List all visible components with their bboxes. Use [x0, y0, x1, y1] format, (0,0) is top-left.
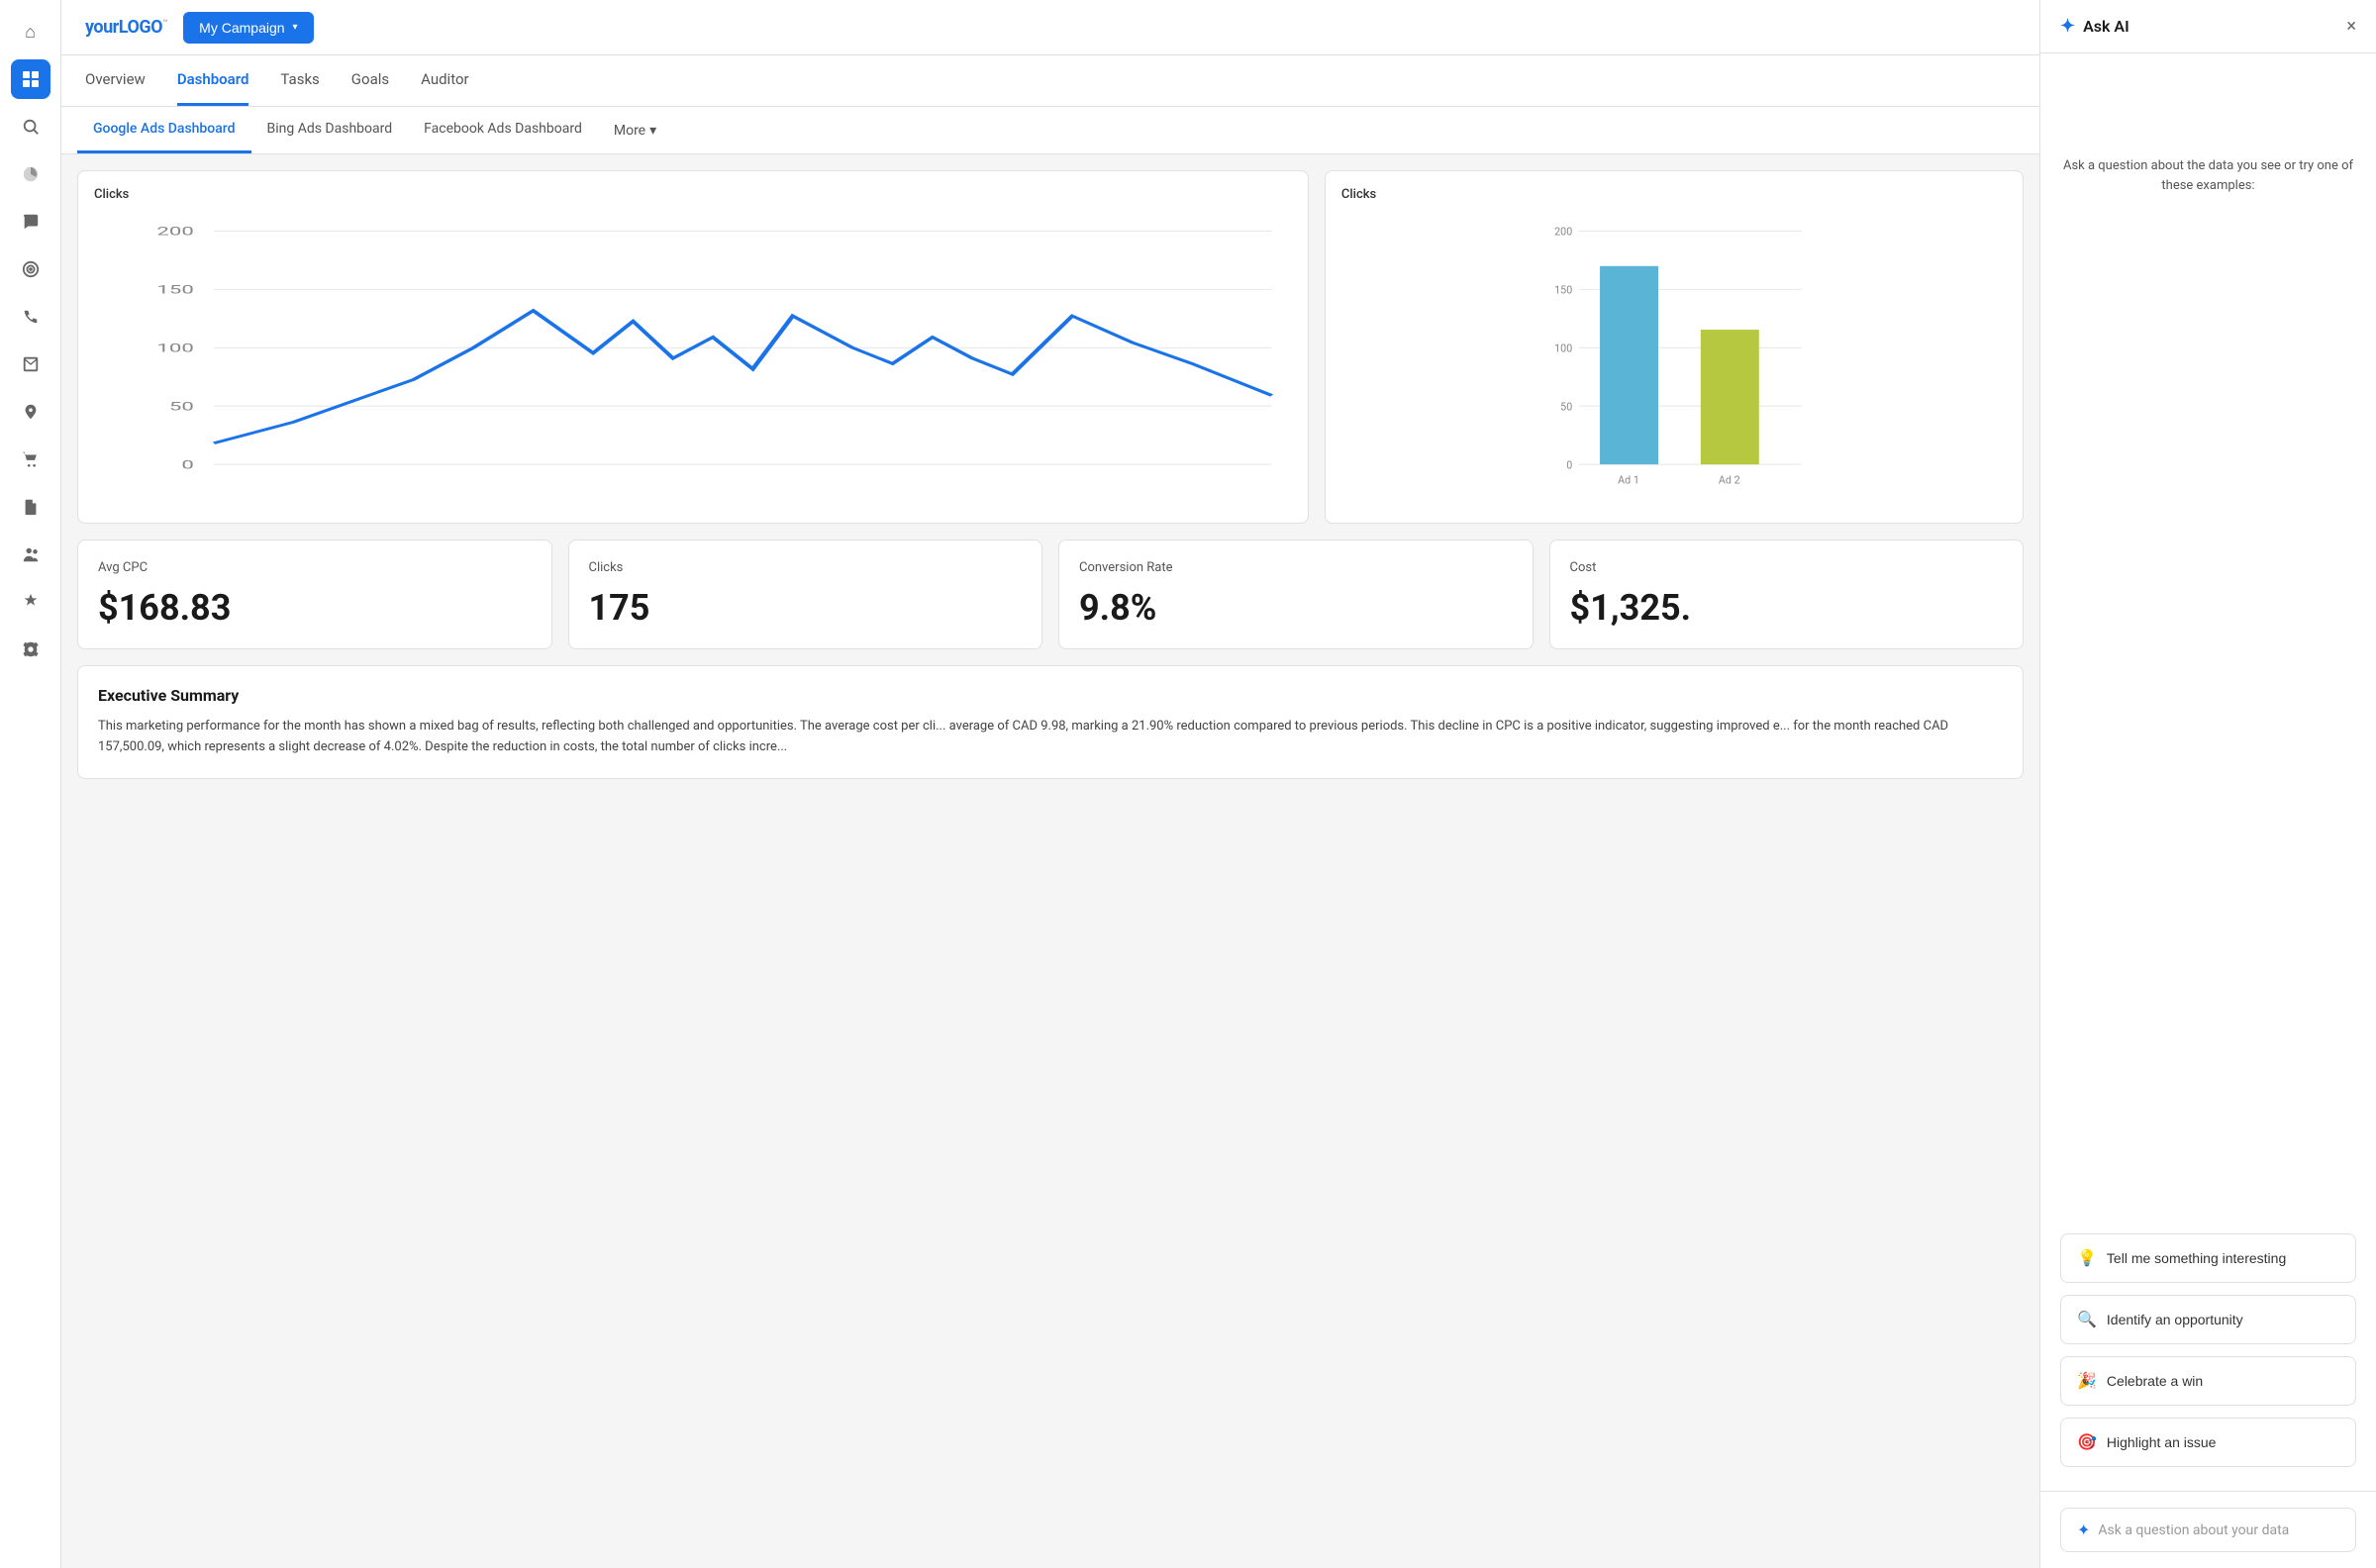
ai-description: Ask a question about the data you see or… [2060, 156, 2356, 195]
sub-tab-facebook[interactable]: Facebook Ads Dashboard [408, 107, 598, 153]
sidebar-icon-doc[interactable] [11, 487, 50, 527]
sub-tab-google[interactable]: Google Ads Dashboard [77, 107, 251, 153]
metric-value-cost: $1,325. [1570, 587, 2004, 629]
ai-button-highlight[interactable]: 🎯 Highlight an issue [2060, 1418, 2356, 1467]
sidebar-icon-mail[interactable] [11, 344, 50, 384]
bar-ad1 [1600, 266, 1658, 464]
ai-input-field[interactable]: ✦ Ask a question about your data [2060, 1508, 2356, 1552]
bar-chart-card: Clicks 200 150 100 50 0 [1325, 170, 2024, 524]
sidebar-icon-location[interactable] [11, 392, 50, 432]
metric-value-avg-cpc: $168.83 [98, 587, 532, 629]
svg-text:200: 200 [1554, 226, 1572, 239]
svg-text:100: 100 [1554, 343, 1572, 355]
tab-overview[interactable]: Overview [85, 55, 146, 106]
ai-panel-title: ✦ Ask AI [2060, 16, 2129, 37]
svg-text:50: 50 [169, 401, 194, 414]
svg-text:Ad 1: Ad 1 [1618, 473, 1639, 486]
metrics-row: Avg CPC $168.83 Clicks 175 Conversion Ra… [77, 539, 2024, 649]
line-chart-container: 200 150 100 50 0 [94, 210, 1292, 507]
metric-value-conversion: 9.8% [1079, 587, 1513, 629]
line-chart-card: Clicks 200 150 100 50 0 [77, 170, 1309, 524]
svg-text:200: 200 [156, 226, 193, 239]
metric-label-avg-cpc: Avg CPC [98, 560, 532, 575]
logo-logo: LOGO [119, 17, 162, 38]
sidebar-icon-grid[interactable] [11, 59, 50, 99]
sidebar-icon-cart[interactable] [11, 440, 50, 479]
line-chart-title: Clicks [94, 187, 1292, 202]
bar-chart-svg: 200 150 100 50 0 Ad 1 Ad 2 [1341, 210, 2007, 507]
ai-panel-header: ✦ Ask AI × [2040, 0, 2376, 53]
more-chevron-icon: ▾ [649, 123, 656, 139]
ai-example-buttons: 💡 Tell me something interesting 🔍 Identi… [2060, 1233, 2356, 1467]
ai-panel-body: Ask a question about the data you see or… [2040, 53, 2376, 1491]
topbar: yourLOGO™ My Campaign ▾ [61, 0, 2039, 55]
tab-auditor[interactable]: Auditor [421, 55, 468, 106]
sidebar-icon-chart[interactable] [11, 154, 50, 194]
bar-chart-container: 200 150 100 50 0 Ad 1 Ad 2 [1341, 210, 2007, 507]
sidebar-icon-people[interactable] [11, 535, 50, 574]
ai-close-button[interactable]: × [2346, 18, 2356, 36]
sidebar-icon-phone[interactable] [11, 297, 50, 337]
exec-summary-text: This marketing performance for the month… [98, 717, 2003, 758]
svg-text:0: 0 [181, 458, 193, 471]
ai-input-area: ✦ Ask a question about your data [2040, 1491, 2376, 1568]
svg-text:0: 0 [1566, 458, 1572, 471]
svg-text:100: 100 [156, 343, 193, 355]
tab-dashboard[interactable]: Dashboard [177, 55, 249, 106]
sidebar-icon-target[interactable] [11, 249, 50, 289]
nav-tabs: Overview Dashboard Tasks Goals Auditor [61, 55, 2039, 107]
metric-label-conversion: Conversion Rate [1079, 560, 1513, 575]
metric-value-clicks: 175 [589, 587, 1023, 629]
party-icon: 🎉 [2077, 1371, 2097, 1391]
svg-text:150: 150 [156, 284, 193, 297]
logo: yourLOGO™ [85, 17, 167, 38]
ai-button-opportunity[interactable]: 🔍 Identify an opportunity [2060, 1295, 2356, 1344]
metric-card-avg-cpc: Avg CPC $168.83 [77, 539, 552, 649]
metric-card-clicks: Clicks 175 [568, 539, 1043, 649]
sub-tabs: Google Ads Dashboard Bing Ads Dashboard … [61, 107, 2039, 154]
bar-chart-title: Clicks [1341, 187, 2007, 202]
line-chart-svg: 200 150 100 50 0 [94, 210, 1292, 507]
sidebar-icon-home[interactable]: ⌂ [11, 12, 50, 51]
logo-trademark: ™ [162, 19, 167, 29]
ai-sparkle-icon: ✦ [2060, 16, 2075, 37]
campaign-button-label: My Campaign [199, 20, 284, 36]
metric-card-cost: Cost $1,325. [1549, 539, 2025, 649]
tab-goals[interactable]: Goals [351, 55, 389, 106]
executive-summary: Executive Summary This marketing perform… [77, 665, 2024, 779]
issue-icon: 🎯 [2077, 1432, 2097, 1452]
sidebar-icon-plugin[interactable] [11, 582, 50, 622]
svg-text:50: 50 [1560, 401, 1572, 414]
more-button[interactable]: More ▾ [598, 107, 672, 153]
content-area: Clicks 200 150 100 50 0 [61, 154, 2039, 1568]
sidebar-icon-search[interactable] [11, 107, 50, 147]
metric-label-clicks: Clicks [589, 560, 1023, 575]
campaign-button[interactable]: My Campaign ▾ [183, 12, 313, 44]
ai-button-tell-me[interactable]: 💡 Tell me something interesting [2060, 1233, 2356, 1283]
sidebar-icon-chat[interactable] [11, 202, 50, 242]
campaign-chevron-icon: ▾ [293, 22, 298, 33]
sub-tab-bing[interactable]: Bing Ads Dashboard [251, 107, 409, 153]
ai-panel: ✦ Ask AI × Ask a question about the data… [2039, 0, 2376, 1568]
sidebar: ⌂ [0, 0, 61, 1568]
metric-card-conversion: Conversion Rate 9.8% [1058, 539, 1534, 649]
search-opportunity-icon: 🔍 [2077, 1310, 2097, 1329]
svg-text:Ad 2: Ad 2 [1719, 473, 1740, 486]
charts-row: Clicks 200 150 100 50 0 [77, 170, 2024, 524]
ai-button-celebrate[interactable]: 🎉 Celebrate a win [2060, 1356, 2356, 1406]
svg-text:150: 150 [1554, 284, 1572, 297]
main-area: yourLOGO™ My Campaign ▾ Overview Dashboa… [61, 0, 2039, 1568]
lightbulb-icon: 💡 [2077, 1248, 2097, 1268]
sidebar-icon-settings[interactable] [11, 630, 50, 669]
exec-summary-title: Executive Summary [98, 686, 2003, 705]
tab-tasks[interactable]: Tasks [280, 55, 319, 106]
ai-input-placeholder: Ask a question about your data [2098, 1522, 2289, 1538]
bar-ad2 [1701, 330, 1759, 464]
logo-your: your [85, 17, 119, 38]
ai-input-spark-icon: ✦ [2077, 1520, 2090, 1539]
metric-label-cost: Cost [1570, 560, 2004, 575]
